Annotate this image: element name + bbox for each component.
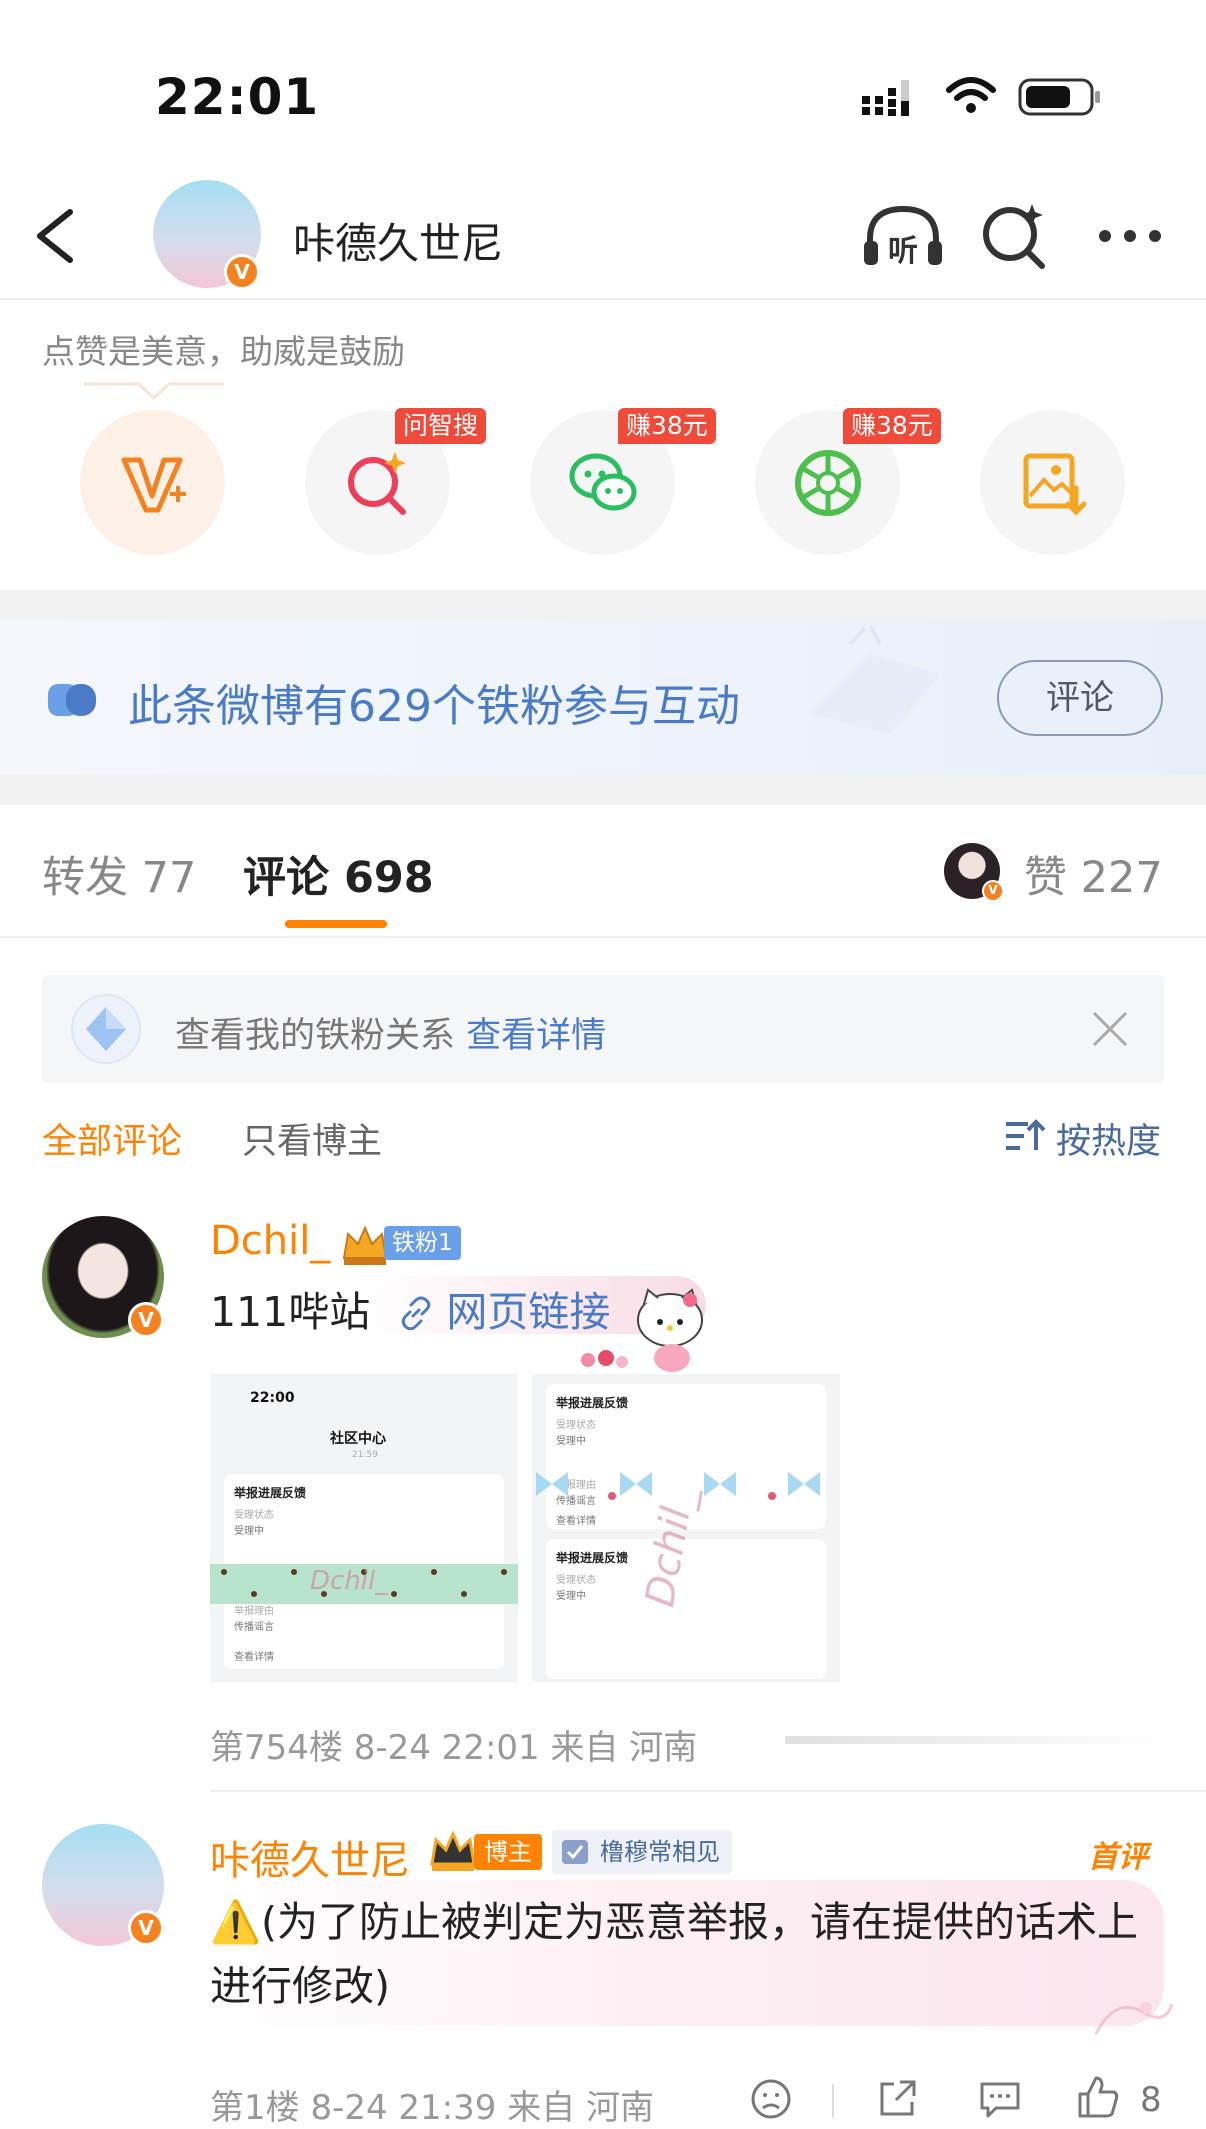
banner-text: 此条微博有629个铁粉参与互动 [128,681,740,732]
fan-relation-box[interactable]: 查看我的铁粉关系 查看详情 [42,975,1164,1083]
verified-badge: V [982,880,1004,902]
crown-icon [342,1225,388,1265]
tip-pointer [84,382,224,401]
action-divider [832,2084,834,2118]
moments-badge: 赚38元 [843,408,941,444]
v-plus-icon [121,457,186,513]
comment-image-2[interactable]: 举报进展反馈 受理状态 受理中 举报理由 传播谣言 查看详情 举报进展反馈 受理… [532,1374,840,1682]
section-divider [0,590,1206,620]
wechat-icon [569,453,637,511]
comment-username[interactable]: Dchil_ [210,1218,330,1264]
img-detail: 查看详情 [234,1652,274,1663]
comment-meta: 第1楼 8-24 21:39 来自 河南 [210,2088,655,2128]
img-card-title: 举报进展反馈 [234,1486,307,1500]
comment-text: 111哔站 网页链接 [210,1280,610,1344]
tab-like[interactable]: 赞 227 [1024,843,1163,905]
verified-badge: V [128,1910,164,1946]
comment-divider [210,1790,1206,1792]
tab-repost[interactable]: 转发 77 [42,843,196,905]
first-comment-badge: 首评 [1088,1840,1148,1875]
img-status-label: 受理状态 [234,1510,274,1521]
img-card-title: 举报进展反馈 [556,1396,629,1410]
tab-active-indicator [285,920,387,928]
more-icon[interactable] [1095,226,1165,246]
img-time: 22:00 [250,1390,295,1406]
fan-relation-label: 查看我的铁粉关系 [175,1016,456,1056]
battery-icon [1018,78,1100,116]
fan-link-icon [48,684,96,716]
v-plus-button[interactable] [80,410,225,555]
wifi-icon [946,77,996,113]
like-count: 8 [1140,2080,1162,2120]
img-detail: 查看详情 [556,1516,596,1527]
comment-decoration-line [785,1736,1165,1744]
diamond-icon [71,994,141,1064]
hello-kitty-sticker-icon [581,1288,703,1372]
author-name[interactable]: 咔德久世尼 [293,210,503,271]
fan-relation-link[interactable]: 查看详情 [466,1016,606,1056]
img-reason-label: 举报理由 [234,1606,274,1617]
status-bar: 22:01 [0,0,1206,170]
comment-text-content: 111哔站 [210,1288,371,1336]
support-tip: 点赞是美意，助威是鼓励 [42,332,405,371]
filter-author-only[interactable]: 只看博主 [242,1113,382,1164]
search-icon[interactable] [980,200,1050,270]
close-icon[interactable] [1090,1009,1130,1049]
search-ai-icon [348,452,406,515]
fan-group-tag-label: 橹穆常相见 [600,1838,720,1866]
search-ai-button[interactable]: 问智搜 [305,408,487,555]
back-icon[interactable] [30,206,80,266]
img-subtitle: 21:59 [352,1450,378,1460]
banner-comment-button[interactable]: 评论 [997,660,1163,736]
verified-badge: V [128,1302,164,1338]
author-badge: 博主 [474,1834,542,1870]
filter-all-comments[interactable]: 全部评论 [42,1113,182,1164]
like-icon[interactable] [1076,2074,1120,2120]
verified-badge: V [224,254,260,290]
listen-icon[interactable]: 听 [862,203,944,269]
img-reason: 传播谣言 [234,1622,274,1633]
search-ai-badge: 问智搜 [395,408,487,444]
moments-icon [795,450,861,516]
img-status: 受理中 [556,1436,586,1447]
wechat-share-button[interactable]: 赚38元 [530,408,716,555]
save-image-button[interactable] [980,410,1125,555]
signal-icon [862,80,909,116]
banner-decoration-icon [810,625,940,734]
fan-relation-text: 查看我的铁粉关系 查看详情 [175,1007,606,1058]
tab-comment[interactable]: 评论 698 [243,843,434,905]
moments-share-button[interactable]: 赚38元 [755,408,941,555]
img-status: 受理中 [234,1526,264,1537]
fan-group-tag: 橹穆常相见 [552,1830,732,1874]
sticker-decoration-icon [1094,2002,1174,2035]
svg-text:听: 听 [888,234,918,269]
sort-icon[interactable] [1004,1118,1046,1154]
nav-bar: V 咔德久世尼 听 [0,170,1206,300]
checkbox-icon [562,1840,588,1864]
img-card-title: 举报进展反馈 [556,1551,629,1565]
fan-level-badge: 铁粉1 [384,1226,461,1260]
comment-meta: 第754楼 8-24 22:01 来自 河南 [210,1728,698,1768]
share-icon[interactable] [876,2078,918,2120]
tab-divider [0,936,1206,938]
sad-emoji-icon[interactable] [750,2078,792,2120]
comment-image-1[interactable]: 22:00 社区中心 21:59 举报进展反馈 受理状态 受理中 举报理由 传播… [210,1374,518,1682]
img-watermark: Dchil_ [310,1566,389,1596]
comment-icon[interactable] [978,2078,1022,2120]
wechat-badge: 赚38元 [618,408,716,444]
iron-fan-banner[interactable]: 此条微博有629个铁粉参与互动 评论 [0,620,1206,775]
comment-username[interactable]: 咔德久世尼 [210,1828,410,1886]
section-divider [0,775,1206,805]
img-status-label: 受理状态 [556,1420,596,1431]
status-time: 22:01 [155,68,320,126]
link-icon [402,1296,431,1331]
img-status: 受理中 [556,1591,586,1602]
img-title: 社区中心 [330,1431,386,1447]
sort-by-hot[interactable]: 按热度 [1056,1113,1161,1164]
save-image-icon [1023,453,1087,516]
img-status-label: 受理状态 [556,1575,596,1586]
comment-text: ⚠️(为了防止被判定为恶意举报，请在提供的话术上进行修改) [210,1898,1139,2010]
crown-icon [430,1830,476,1871]
